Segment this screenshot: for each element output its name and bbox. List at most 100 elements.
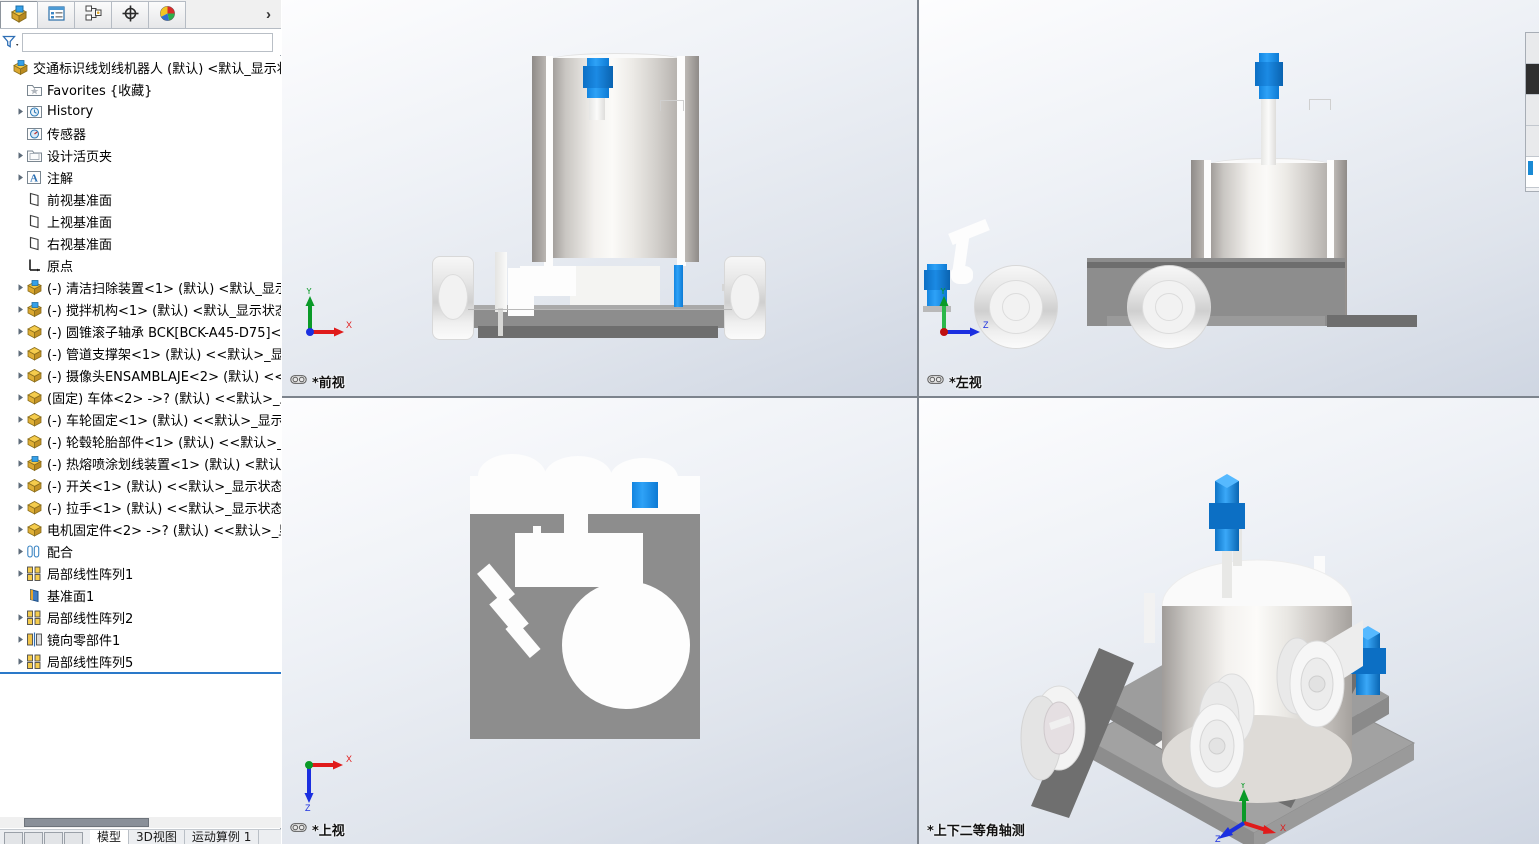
chevron-right-icon[interactable] bbox=[14, 144, 26, 166]
dock-button-3[interactable] bbox=[1526, 95, 1539, 126]
tree-node-label: 注解 bbox=[47, 171, 74, 187]
tab-overflow-chevron[interactable]: › bbox=[266, 7, 271, 22]
viewport-left[interactable]: Y Z *左视 bbox=[919, 0, 1539, 396]
chevron-right-icon[interactable] bbox=[14, 562, 26, 584]
tree-node-label: (-) 管道支撑架<1> (默认) <<默认>_显示状 bbox=[47, 347, 281, 363]
tree-node[interactable]: 配合 bbox=[0, 540, 281, 562]
wheel-cap-rear-left bbox=[1155, 293, 1183, 321]
chevron-right-icon[interactable] bbox=[14, 430, 26, 452]
tree-node[interactable]: History bbox=[0, 100, 281, 122]
dock-button-5[interactable] bbox=[1526, 157, 1539, 188]
configuration-manager-tab[interactable] bbox=[74, 1, 112, 28]
tree-node[interactable]: 镜向零部件1 bbox=[0, 628, 281, 650]
tree-node[interactable]: (-) 摄像头ENSAMBLAJE<2> (默认) <<默认 bbox=[0, 364, 281, 386]
display-manager-tab[interactable] bbox=[148, 1, 186, 28]
chevron-right-icon[interactable] bbox=[14, 386, 26, 408]
viewport-separator-horizontal[interactable] bbox=[282, 396, 1539, 398]
feature-tree[interactable]: 交通标识线划线机器人 (默认) <默认_显示状态-1 Favorites {收藏}… bbox=[0, 56, 281, 818]
tab-nav-first-icon[interactable] bbox=[4, 832, 23, 844]
chevron-right-icon[interactable] bbox=[14, 320, 26, 342]
viewport-label-front: *前视 bbox=[290, 372, 345, 391]
chevron-right-icon[interactable] bbox=[14, 364, 26, 386]
tab-nav-last-icon[interactable] bbox=[64, 832, 83, 844]
filter-funnel-icon[interactable] bbox=[0, 32, 22, 52]
bottom-tab-3dviews[interactable]: 3D视图 bbox=[129, 830, 185, 844]
property-manager-tab[interactable] bbox=[37, 1, 75, 28]
chevron-right-icon[interactable] bbox=[14, 650, 26, 672]
chevron-right-icon[interactable] bbox=[14, 606, 26, 628]
view-heads-up-toolbar[interactable] bbox=[1525, 32, 1539, 192]
chevron-right-icon[interactable] bbox=[14, 276, 26, 298]
viewport-separator-vertical[interactable] bbox=[917, 0, 919, 844]
part-icon bbox=[26, 345, 43, 362]
svg-text:Y: Y bbox=[940, 288, 946, 296]
tab-nav-prev-icon[interactable] bbox=[24, 832, 43, 844]
tree-horizontal-scrollbar[interactable] bbox=[0, 817, 281, 828]
pattern-icon bbox=[26, 653, 43, 670]
tree-node[interactable]: (-) 拉手<1> (默认) <<默认>_显示状态 1> bbox=[0, 496, 281, 518]
tree-node[interactable]: (-) 搅拌机构<1> (默认) <默认_显示状态-1> bbox=[0, 298, 281, 320]
tree-node[interactable]: 局部线性阵列1 bbox=[0, 562, 281, 584]
tree-node[interactable]: (-) 管道支撑架<1> (默认) <<默认>_显示状 bbox=[0, 342, 281, 364]
chevron-right-icon[interactable] bbox=[14, 496, 26, 518]
chevron-right-icon[interactable] bbox=[14, 628, 26, 650]
bottom-tab-model[interactable]: 模型 bbox=[90, 830, 130, 844]
tree-node[interactable]: 原点 bbox=[0, 254, 281, 276]
tree-node[interactable]: (-) 清洁扫除装置<1> (默认) <默认_显示状态 bbox=[0, 276, 281, 298]
tree-node[interactable]: (-) 车轮固定<1> (默认) <<默认>_显示状态 bbox=[0, 408, 281, 430]
tree-node-label: (-) 拉手<1> (默认) <<默认>_显示状态 1> bbox=[47, 501, 281, 517]
tree-node[interactable]: 局部线性阵列2 bbox=[0, 606, 281, 628]
tree-node[interactable]: (-) 轮毂轮胎部件<1> (默认) <<默认>_显示 bbox=[0, 430, 281, 452]
wheel-cap-front-left bbox=[1002, 293, 1030, 321]
tree-node[interactable]: Favorites {收藏} bbox=[0, 78, 281, 100]
tree-node[interactable]: A 注解 bbox=[0, 166, 281, 188]
sprayer-nozzle-front bbox=[498, 308, 503, 336]
chevron-right-icon[interactable] bbox=[14, 100, 26, 122]
tree-node[interactable]: 基准面1 bbox=[0, 584, 281, 606]
chevron-right-icon[interactable] bbox=[14, 518, 26, 540]
viewport-front[interactable]: Y X *前视 bbox=[282, 0, 917, 396]
feature-manager-tab[interactable] bbox=[0, 1, 38, 28]
tree-node[interactable]: 传感器 bbox=[0, 122, 281, 144]
tree-node-label: 原点 bbox=[47, 259, 74, 275]
chevron-right-icon[interactable] bbox=[14, 474, 26, 496]
tree-node[interactable]: 局部线性阵列5 bbox=[0, 650, 281, 672]
viewport-label-isometric: *上下二等角轴测 bbox=[927, 820, 1025, 839]
tab-nav-icons[interactable] bbox=[0, 830, 84, 844]
tree-node[interactable]: (-) 开关<1> (默认) <<默认>_显示状态 1> bbox=[0, 474, 281, 496]
chevron-right-icon[interactable] bbox=[14, 540, 26, 562]
chevron-right-icon[interactable] bbox=[14, 166, 26, 188]
tree-node[interactable]: (-) 圆锥滚子轴承 BCK[BCK-A45-D75]<1> ( bbox=[0, 320, 281, 342]
viewport-isometric[interactable]: Y X Z *上下二等角轴测 bbox=[919, 398, 1539, 844]
viewport-top[interactable]: X Z *上视 bbox=[282, 398, 917, 844]
triad-top: X Z bbox=[297, 753, 357, 816]
scrollbar-thumb[interactable] bbox=[24, 818, 149, 827]
tab-nav-next-icon[interactable] bbox=[44, 832, 63, 844]
chevron-right-icon[interactable] bbox=[14, 408, 26, 430]
tree-node[interactable]: 设计活页夹 bbox=[0, 144, 281, 166]
tree-node[interactable]: (固定) 车体<2> ->? (默认) <<默认>_显示状 bbox=[0, 386, 281, 408]
tree-node[interactable]: 上视基准面 bbox=[0, 210, 281, 232]
tree-node[interactable]: 交通标识线划线机器人 (默认) <默认_显示状态-1 bbox=[0, 56, 281, 78]
tree-node-label: 设计活页夹 bbox=[47, 149, 113, 165]
chevron-right-icon[interactable] bbox=[14, 452, 26, 474]
tree-node[interactable]: (-) 热熔喷涂划线装置<1> (默认) <默认_显示 bbox=[0, 452, 281, 474]
tree-node-label: (-) 热熔喷涂划线装置<1> (默认) <默认_显示 bbox=[47, 457, 281, 473]
dock-button-2[interactable] bbox=[1526, 64, 1539, 95]
tree-filter-input[interactable] bbox=[22, 32, 273, 52]
dock-button-1[interactable] bbox=[1526, 33, 1539, 64]
tree-node-label: (-) 轮毂轮胎部件<1> (默认) <<默认>_显示 bbox=[47, 435, 281, 451]
bottom-tab-motion-study[interactable]: 运动算例 1 bbox=[185, 830, 260, 844]
tree-node[interactable]: 电机固定件<2> ->? (默认) <<默认>_显示状 bbox=[0, 518, 281, 540]
chevron-right-icon[interactable] bbox=[14, 298, 26, 320]
tree-node-label: 局部线性阵列2 bbox=[47, 611, 134, 627]
tree-node[interactable]: 前视基准面 bbox=[0, 188, 281, 210]
dimxpert-manager-tab[interactable] bbox=[111, 1, 149, 28]
dock-button-4[interactable] bbox=[1526, 126, 1539, 157]
isometric-model bbox=[1020, 474, 1416, 844]
tree-node-label: Favorites {收藏} bbox=[47, 83, 153, 99]
tree-node[interactable]: 右视基准面 bbox=[0, 232, 281, 254]
graphics-area[interactable]: Y X *前视 Y Z *左视 X Z *上视 Y X Z *上下二等角轴测 bbox=[282, 0, 1539, 844]
chevron-right-icon[interactable] bbox=[14, 342, 26, 364]
